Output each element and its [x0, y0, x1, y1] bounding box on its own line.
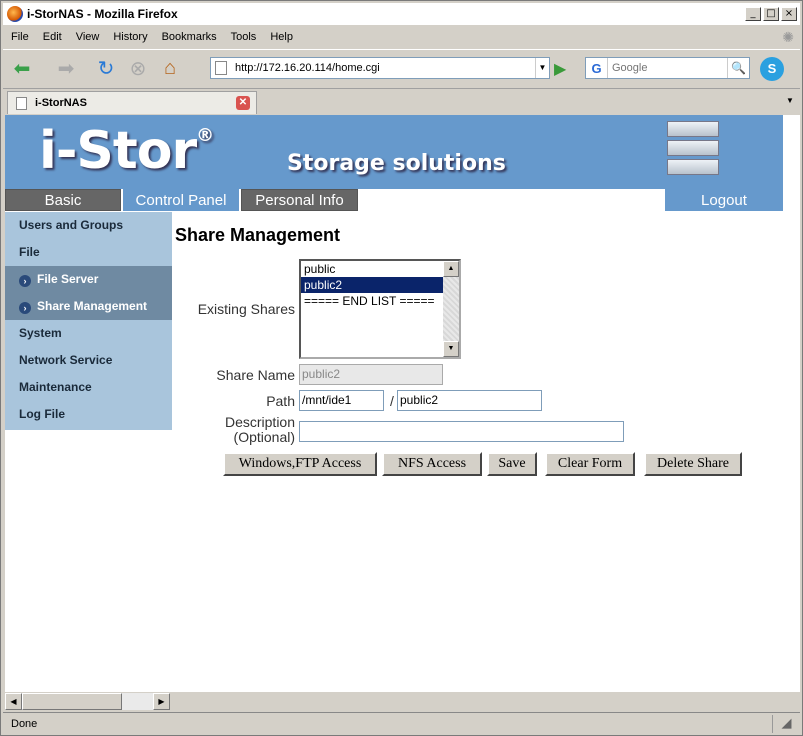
sidebar-item-users-and-groups[interactable]: Users and Groups — [5, 212, 172, 239]
main-nav: Basic Control Panel Personal Info Logout — [5, 189, 783, 211]
windows-ftp-access-button[interactable]: Windows,FTP Access — [223, 452, 377, 476]
sidebar-item-network-service[interactable]: Network Service — [5, 347, 172, 374]
nfs-access-button[interactable]: NFS Access — [382, 452, 482, 476]
banner: i-Stor® Storage solutions — [5, 115, 783, 189]
logo: i-Stor® — [39, 121, 214, 181]
title-bar: i-StorNAS - Mozilla Firefox _ □ × — [3, 3, 800, 25]
navigation-toolbar: ⬅ ➡ ↻ ⊗ ⌂ http://172.16.20.114/home.cgi … — [3, 49, 800, 87]
share-option-selected[interactable]: public2 — [301, 277, 443, 293]
firefox-icon — [7, 6, 23, 22]
save-button[interactable]: Save — [487, 452, 537, 476]
status-bar: Done ◢ — [3, 712, 800, 734]
nas-device-icon — [667, 121, 719, 185]
description-field[interactable] — [299, 421, 624, 442]
tab-label: i-StorNAS — [35, 97, 87, 109]
url-bar[interactable]: http://172.16.20.114/home.cgi ▼ — [210, 57, 550, 79]
back-icon[interactable]: ⬅ — [9, 56, 35, 82]
menu-history[interactable]: History — [113, 31, 147, 43]
horizontal-scrollbar[interactable]: ◀ ▶ — [5, 693, 170, 710]
stop-icon[interactable]: ⊗ — [125, 56, 151, 82]
skype-icon[interactable]: S — [760, 57, 784, 81]
share-name-label: Share Name — [216, 367, 295, 383]
close-tab-icon[interactable]: ✕ — [236, 96, 250, 110]
menu-tools[interactable]: Tools — [231, 31, 257, 43]
scroll-left-icon[interactable]: ◀ — [5, 693, 22, 710]
reload-icon[interactable]: ↻ — [93, 56, 119, 82]
tab-istornas[interactable]: i-StorNAS ✕ — [7, 91, 257, 114]
menu-view[interactable]: View — [76, 31, 100, 43]
path-label: Path — [266, 393, 295, 409]
existing-shares-label: Existing Shares — [197, 301, 295, 317]
sidebar-item-share-management[interactable]: › Share Management — [5, 293, 172, 320]
share-option[interactable]: public — [301, 261, 443, 277]
path-separator: / — [390, 393, 394, 409]
description-label: Description (Optional) — [224, 414, 295, 445]
url-text[interactable]: http://172.16.20.114/home.cgi — [235, 62, 380, 74]
home-icon[interactable]: ⌂ — [157, 56, 183, 82]
throbber-icon: ✺ — [782, 28, 794, 45]
logout-button[interactable]: Logout — [665, 189, 783, 211]
sidebar-item-log-file[interactable]: Log File — [5, 401, 172, 428]
delete-share-button[interactable]: Delete Share — [644, 452, 742, 476]
page-viewport: i-Stor® Storage solutions Basic Control … — [5, 115, 800, 692]
status-text: Done — [11, 717, 38, 730]
menu-bookmarks[interactable]: Bookmarks — [162, 31, 217, 43]
slogan: Storage solutions — [287, 151, 506, 176]
menu-bar: File Edit View History Bookmarks Tools H… — [3, 26, 800, 48]
scroll-down-icon[interactable]: ▼ — [443, 341, 459, 357]
window-title: i-StorNAS - Mozilla Firefox — [27, 7, 178, 21]
resize-grip-icon[interactable]: ◢ — [772, 714, 800, 733]
page-title: Share Management — [175, 225, 341, 245]
nav-personal-info[interactable]: Personal Info — [241, 189, 358, 211]
sidebar-item-file-server[interactable]: › File Server — [5, 266, 172, 293]
sidebar: Users and Groups File › File Server › Shar… — [5, 212, 172, 430]
scroll-thumb[interactable] — [22, 693, 122, 710]
page-icon — [215, 61, 227, 75]
scroll-right-icon[interactable]: ▶ — [153, 693, 170, 710]
forward-icon[interactable]: ➡ — [53, 56, 79, 82]
page-icon — [16, 96, 27, 110]
browser-window: i-StorNAS - Mozilla Firefox _ □ × File E… — [0, 0, 803, 736]
menu-edit[interactable]: Edit — [43, 31, 62, 43]
share-option-end[interactable]: ===== END LIST ===== — [301, 293, 443, 309]
minimize-button[interactable]: _ — [745, 7, 761, 21]
existing-shares-list[interactable]: public public2 ===== END LIST ===== ▲ ▼ — [299, 259, 461, 359]
tab-list-icon[interactable]: ▼ — [782, 92, 798, 110]
url-dropdown-icon[interactable]: ▼ — [535, 58, 549, 78]
sidebar-item-system[interactable]: System — [5, 320, 172, 347]
sidebar-item-maintenance[interactable]: Maintenance — [5, 374, 172, 401]
tab-strip: i-StorNAS ✕ ▼ — [3, 88, 800, 114]
menu-help[interactable]: Help — [270, 31, 293, 43]
maximize-button[interactable]: □ — [763, 7, 779, 21]
clear-form-button[interactable]: Clear Form — [545, 452, 635, 476]
nav-basic[interactable]: Basic — [5, 189, 121, 211]
search-input[interactable] — [612, 62, 722, 74]
go-icon[interactable]: ▶ — [554, 59, 566, 79]
scroll-up-icon[interactable]: ▲ — [443, 261, 459, 277]
menu-file[interactable]: File — [11, 31, 29, 43]
chevron-right-icon: › — [19, 302, 31, 314]
chevron-right-icon: › — [19, 275, 31, 287]
close-button[interactable]: × — [781, 7, 797, 21]
share-name-field: public2 — [299, 364, 443, 385]
sidebar-item-file[interactable]: File — [5, 239, 172, 266]
search-icon[interactable]: 🔍 — [727, 58, 749, 78]
path-prefix-field[interactable]: /mnt/ide1 — [299, 390, 384, 411]
search-bar[interactable]: G 🔍 — [585, 57, 750, 79]
nav-control-panel[interactable]: Control Panel — [123, 189, 239, 211]
search-engine-icon[interactable]: G — [586, 58, 608, 78]
list-scrollbar[interactable]: ▲ ▼ — [443, 261, 459, 357]
path-field[interactable]: public2 — [397, 390, 542, 411]
